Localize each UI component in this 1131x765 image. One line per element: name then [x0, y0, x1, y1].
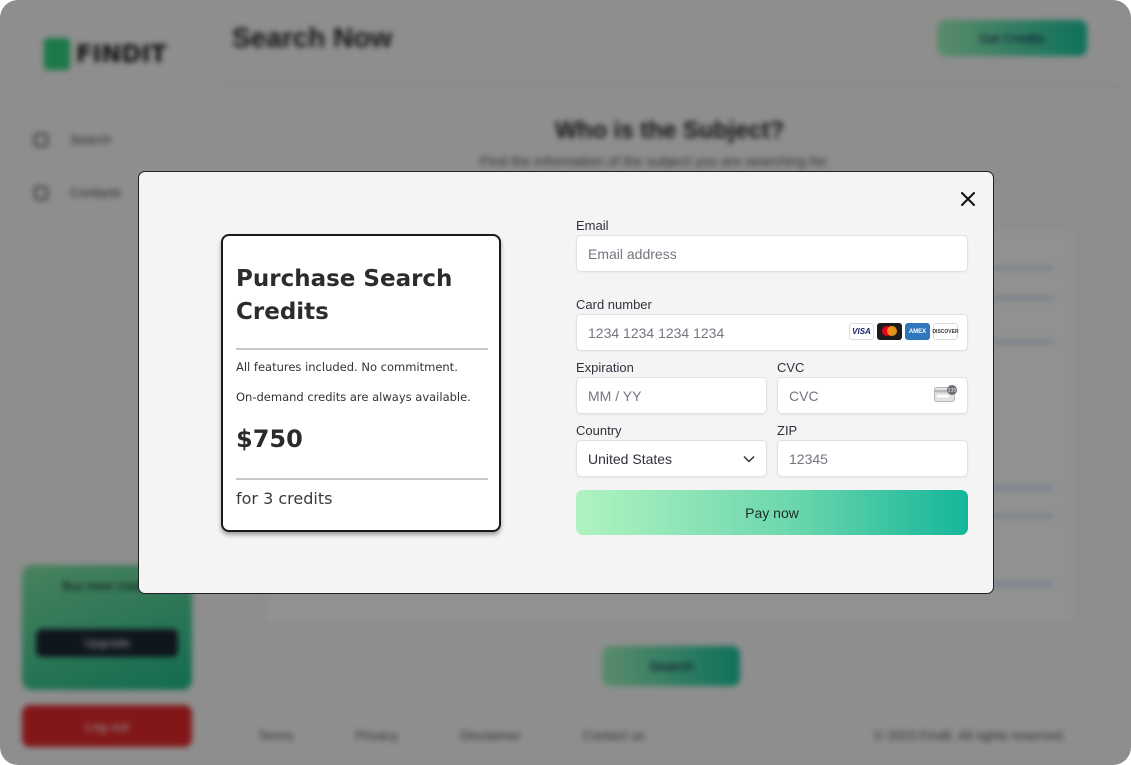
summary-feature-line: All features included. No commitment. — [236, 360, 458, 374]
summary-title: Purchase Search Credits — [236, 266, 453, 325]
country-select-value: United States — [588, 450, 673, 467]
card-number-wrapper: VISA AMEX DISCOVER — [576, 314, 968, 351]
country-label: Country — [576, 423, 622, 438]
visa-icon: VISA — [849, 323, 874, 340]
expiration-label: Expiration — [576, 360, 634, 375]
expiration-field[interactable] — [576, 377, 767, 414]
summary-divider — [236, 478, 488, 480]
pay-now-button[interactable]: Pay now — [576, 490, 968, 535]
card-cvc-icon: 135 — [934, 385, 957, 402]
email-field[interactable] — [576, 235, 968, 272]
order-summary-card: Purchase Search Credits All features inc… — [221, 234, 501, 532]
card-number-label: Card number — [576, 297, 652, 312]
cvc-icon-text: 135 — [948, 388, 957, 394]
purchase-credits-modal: Purchase Search Credits All features inc… — [138, 171, 994, 594]
card-brands: VISA AMEX DISCOVER — [849, 323, 959, 340]
close-icon — [961, 192, 975, 206]
email-label: Email — [576, 218, 609, 233]
discover-icon: DISCOVER — [932, 323, 959, 340]
amex-icon: AMEX — [905, 323, 930, 340]
cvc-label: CVC — [777, 360, 805, 375]
chevron-down-icon — [743, 455, 755, 463]
summary-divider — [236, 348, 488, 350]
mastercard-icon — [877, 323, 902, 340]
zip-field[interactable] — [777, 440, 968, 477]
price: $750 — [236, 425, 303, 453]
credits-quantity: for 3 credits — [236, 489, 333, 508]
cvc-wrapper: 135 — [777, 377, 968, 414]
close-button[interactable] — [955, 186, 981, 212]
zip-label: ZIP — [777, 423, 798, 438]
country-select[interactable]: United States — [576, 440, 767, 477]
summary-availability-line: On-demand credits are always available. — [236, 390, 471, 404]
